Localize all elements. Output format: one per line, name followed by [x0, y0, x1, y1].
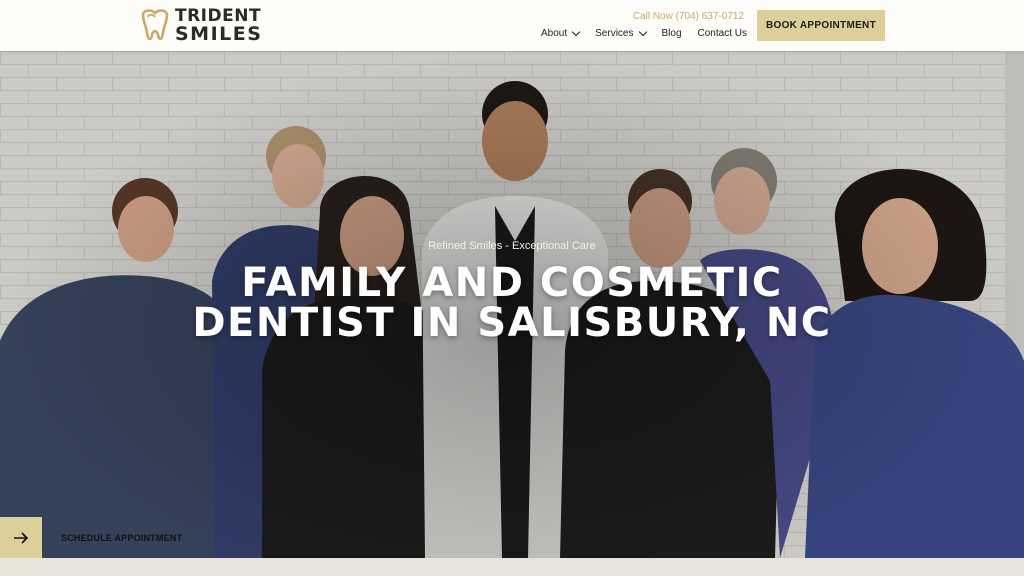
nav-blog-label: Blog	[661, 28, 682, 39]
schedule-appointment-link[interactable]: SCHEDULE APPOINTMENT	[0, 517, 182, 558]
site-header: TRIDENT SMILES Call Now (704) 637-0712 A…	[0, 0, 1024, 51]
chevron-down-icon	[638, 27, 647, 37]
schedule-appointment-label: SCHEDULE APPOINTMENT	[61, 532, 183, 543]
hero-section: Refined Smiles - Exceptional Care FAMILY…	[0, 51, 1024, 558]
main-nav: About Services Blog Contact Us	[541, 27, 763, 39]
tooth-logo-icon	[141, 9, 169, 41]
nav-blog[interactable]: Blog	[662, 28, 682, 39]
nav-about-label: About	[541, 28, 568, 39]
logo[interactable]: TRIDENT SMILES	[139, 8, 262, 44]
headline-line2: DENTIST IN SALISBURY, NC	[192, 300, 832, 346]
book-appointment-button[interactable]: BOOK APPOINTMENT	[757, 10, 885, 41]
nav-services-label: Services	[595, 28, 634, 39]
next-section-edge	[0, 558, 1024, 576]
chevron-down-icon	[571, 27, 581, 37]
nav-services[interactable]: Services	[595, 27, 647, 39]
nav-about[interactable]: About	[541, 27, 581, 39]
phone-link[interactable]: Call Now (704) 637-0712	[633, 11, 744, 22]
arrow-right-icon[interactable]	[0, 517, 42, 558]
logo-text-line2: SMILES	[175, 23, 263, 45]
nav-contact-label: Contact Us	[697, 28, 747, 39]
hero-headline: FAMILY AND COSMETIC DENTIST IN SALISBURY…	[0, 263, 1024, 343]
hero-tagline: Refined Smiles - Exceptional Care	[428, 240, 596, 252]
nav-contact[interactable]: Contact Us	[698, 28, 747, 39]
